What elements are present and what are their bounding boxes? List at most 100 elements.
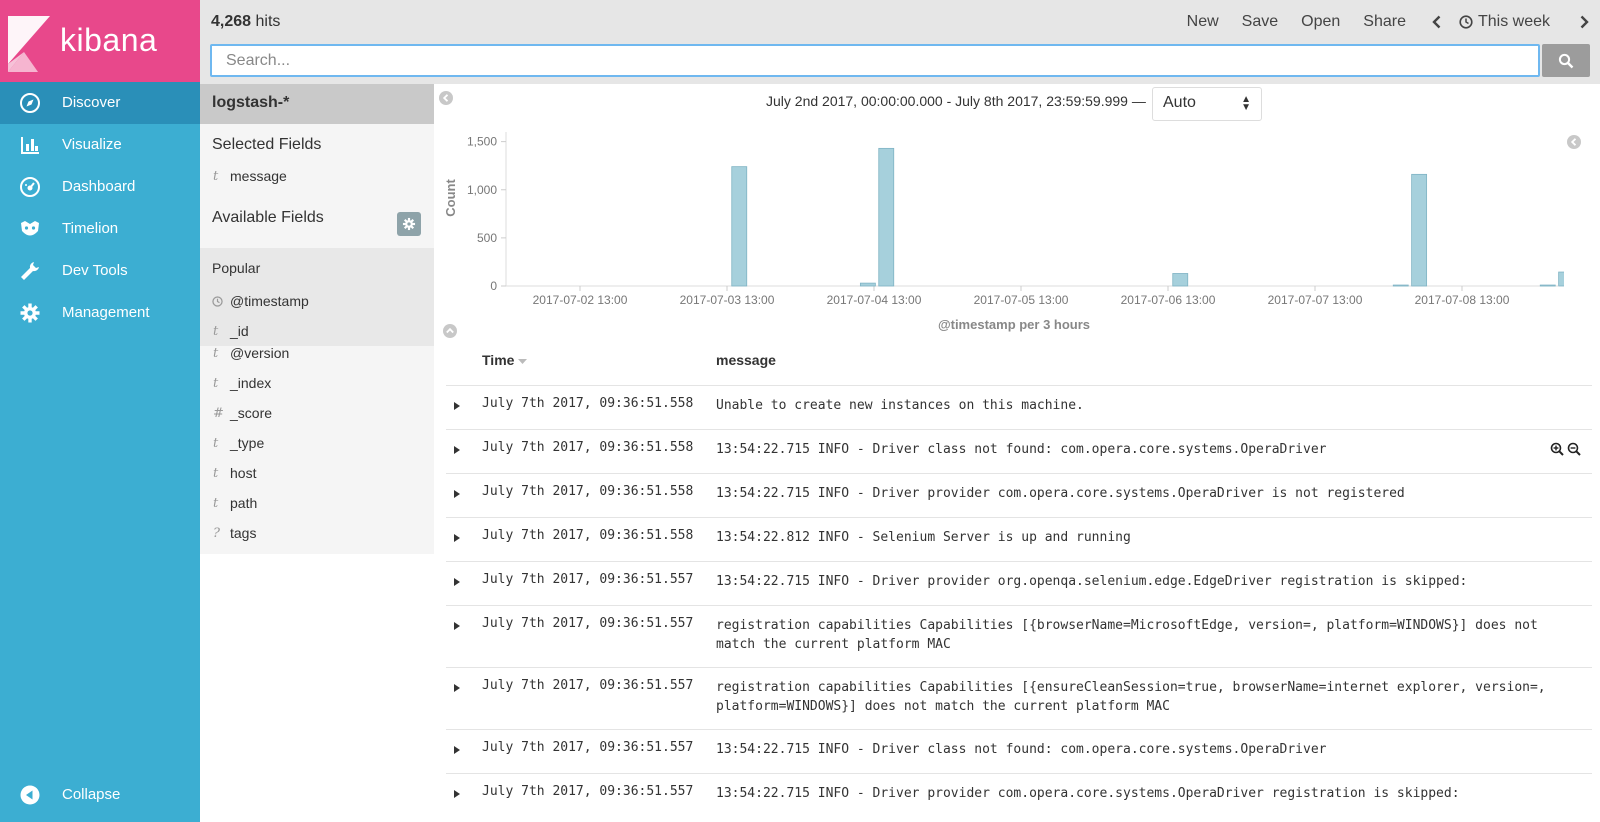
- string-type-icon: t: [213, 323, 219, 339]
- x-axis-label: @timestamp per 3 hours: [938, 317, 1090, 332]
- field-item-path[interactable]: t path: [200, 489, 434, 517]
- expand-row-icon[interactable]: [454, 446, 460, 454]
- expand-row-icon[interactable]: [454, 490, 460, 498]
- field-item-version[interactable]: t @version: [200, 339, 434, 367]
- index-pattern-selector[interactable]: logstash-*: [200, 84, 434, 124]
- field-settings-button[interactable]: [397, 212, 421, 236]
- field-name: _score: [230, 405, 273, 421]
- row-time: July 7th 2017, 09:36:51.557: [482, 616, 694, 631]
- search-input[interactable]: [212, 46, 1538, 75]
- collapse-sidebar-icon[interactable]: [439, 91, 453, 105]
- sidebar-item-label: Dev Tools: [62, 262, 128, 279]
- collapse-left-icon: [20, 785, 40, 805]
- row-time: July 7th 2017, 09:36:51.557: [482, 572, 694, 587]
- hits-number: 4,268: [211, 13, 252, 30]
- open-button[interactable]: Open: [1301, 13, 1340, 31]
- table-row[interactable]: July 7th 2017, 09:36:51.558 13:54:22.715 …: [446, 473, 1592, 517]
- sidebar-item-management[interactable]: Management: [0, 292, 200, 334]
- search-submit-button[interactable]: [1542, 44, 1590, 77]
- popular-fields-block: Popular @timestamp t _id: [200, 248, 434, 346]
- sidebar-item-timelion[interactable]: Timelion: [0, 208, 200, 250]
- gear-icon: [20, 303, 40, 323]
- histogram-bar[interactable]: [1172, 273, 1189, 287]
- clock-icon: [1459, 15, 1473, 29]
- x-tick-label: 2017-07-05 13:00: [974, 293, 1069, 307]
- expand-row-icon[interactable]: [454, 790, 460, 798]
- string-type-icon: t: [213, 465, 219, 481]
- chevron-right-icon[interactable]: [1576, 14, 1592, 30]
- interval-value: Auto: [1163, 94, 1196, 111]
- sidebar: kibana Discover Visualize Dashboard Time…: [0, 0, 200, 822]
- histogram-bar[interactable]: [1411, 173, 1428, 287]
- field-item-message[interactable]: t message: [200, 162, 434, 190]
- available-fields-heading: Available Fields: [212, 209, 324, 226]
- documents-table: July 7th 2017, 09:36:51.558 Unable to cre…: [446, 385, 1592, 817]
- dashboard-gauge-icon: [20, 177, 40, 197]
- field-item-type[interactable]: t _type: [200, 429, 434, 457]
- table-row[interactable]: July 7th 2017, 09:36:51.558 Unable to cre…: [446, 385, 1592, 429]
- field-name: _type: [230, 435, 265, 451]
- field-item-index[interactable]: t _index: [200, 369, 434, 397]
- expand-row-icon[interactable]: [454, 534, 460, 542]
- table-row[interactable]: July 7th 2017, 09:36:51.557 13:54:22.715 …: [446, 561, 1592, 605]
- histogram-bar[interactable]: [859, 282, 876, 287]
- sidebar-item-devtools[interactable]: Dev Tools: [0, 250, 200, 292]
- string-type-icon: t: [213, 375, 219, 391]
- time-picker-label: This week: [1477, 13, 1550, 30]
- expand-row-icon[interactable]: [454, 578, 460, 586]
- sidebar-item-dashboard[interactable]: Dashboard: [0, 166, 200, 208]
- sidebar-collapse-button[interactable]: Collapse: [0, 774, 200, 816]
- chevron-left-icon[interactable]: [1429, 14, 1445, 30]
- time-column-header[interactable]: Time: [482, 352, 528, 368]
- interval-select[interactable]: Auto ▲ ▼: [1152, 87, 1262, 121]
- sidebar-item-visualize[interactable]: Visualize: [0, 124, 200, 166]
- field-item-timestamp[interactable]: @timestamp: [200, 287, 434, 315]
- histogram-bar[interactable]: [1392, 284, 1409, 287]
- save-button[interactable]: Save: [1242, 13, 1278, 31]
- compass-icon: [20, 93, 40, 113]
- table-row[interactable]: July 7th 2017, 09:36:51.558 13:54:22.812 …: [446, 517, 1592, 561]
- expand-row-icon[interactable]: [454, 746, 460, 754]
- y-tick-label: 500: [477, 231, 497, 245]
- discover-main: July 2nd 2017, 00:00:00.000 - July 8th 2…: [434, 84, 1600, 822]
- table-row[interactable]: July 7th 2017, 09:36:51.557 13:54:22.715 …: [446, 773, 1592, 817]
- histogram-bar[interactable]: [1539, 284, 1556, 287]
- row-message: 13:54:22.715 INFO - Driver provider org.…: [716, 574, 1468, 589]
- expand-row-icon[interactable]: [454, 402, 460, 410]
- share-button[interactable]: Share: [1363, 13, 1406, 31]
- table-row[interactable]: July 7th 2017, 09:36:51.558 13:54:22.715 …: [446, 429, 1592, 473]
- index-pattern-name: logstash-*: [212, 94, 290, 111]
- timelion-mask-icon: [21, 221, 39, 236]
- zoom-out-icon[interactable]: [1567, 442, 1581, 456]
- field-name: path: [230, 495, 258, 511]
- row-message: 13:54:22.715 INFO - Driver provider com.…: [716, 786, 1460, 801]
- new-button[interactable]: New: [1187, 13, 1219, 31]
- histogram-chart: 05001,0001,500 2017-07-02 13:00 2017-07-0…: [443, 132, 1564, 332]
- expand-row-icon[interactable]: [454, 684, 460, 692]
- field-item-host[interactable]: t host: [200, 459, 434, 487]
- selected-fields-heading: Selected Fields: [212, 136, 322, 153]
- table-row[interactable]: July 7th 2017, 09:36:51.557 registration…: [446, 605, 1592, 667]
- y-axis: 0 500 1,000 1,500: [467, 132, 507, 293]
- table-row[interactable]: July 7th 2017, 09:36:51.557 registration…: [446, 667, 1592, 729]
- y-tick-label: 1,500: [467, 135, 497, 149]
- sort-desc-icon[interactable]: [518, 359, 528, 365]
- x-tick-label: 2017-07-03 13:00: [680, 293, 775, 307]
- field-name: message: [230, 168, 287, 184]
- sidebar-item-discover[interactable]: Discover: [0, 82, 200, 124]
- collapse-chart-icon[interactable]: [443, 324, 457, 338]
- field-item-score[interactable]: # _score: [200, 399, 434, 427]
- kibana-logo[interactable]: kibana: [0, 0, 200, 82]
- row-message: 13:54:22.715 INFO - Driver class not fou…: [716, 742, 1327, 757]
- histogram-bar[interactable]: [878, 147, 895, 287]
- expand-row-icon[interactable]: [454, 622, 460, 630]
- field-item-tags[interactable]: ? tags: [200, 519, 434, 547]
- field-name: host: [230, 465, 257, 481]
- row-message: 13:54:22.715 INFO - Driver class not fou…: [716, 442, 1327, 457]
- legend-toggle-icon[interactable]: [1567, 135, 1581, 149]
- zoom-in-icon[interactable]: [1550, 442, 1564, 456]
- histogram-bar[interactable]: [731, 166, 748, 287]
- time-picker[interactable]: This week: [1459, 13, 1550, 31]
- histogram-bar[interactable]: [1558, 271, 1564, 287]
- table-row[interactable]: July 7th 2017, 09:36:51.557 13:54:22.715 …: [446, 729, 1592, 773]
